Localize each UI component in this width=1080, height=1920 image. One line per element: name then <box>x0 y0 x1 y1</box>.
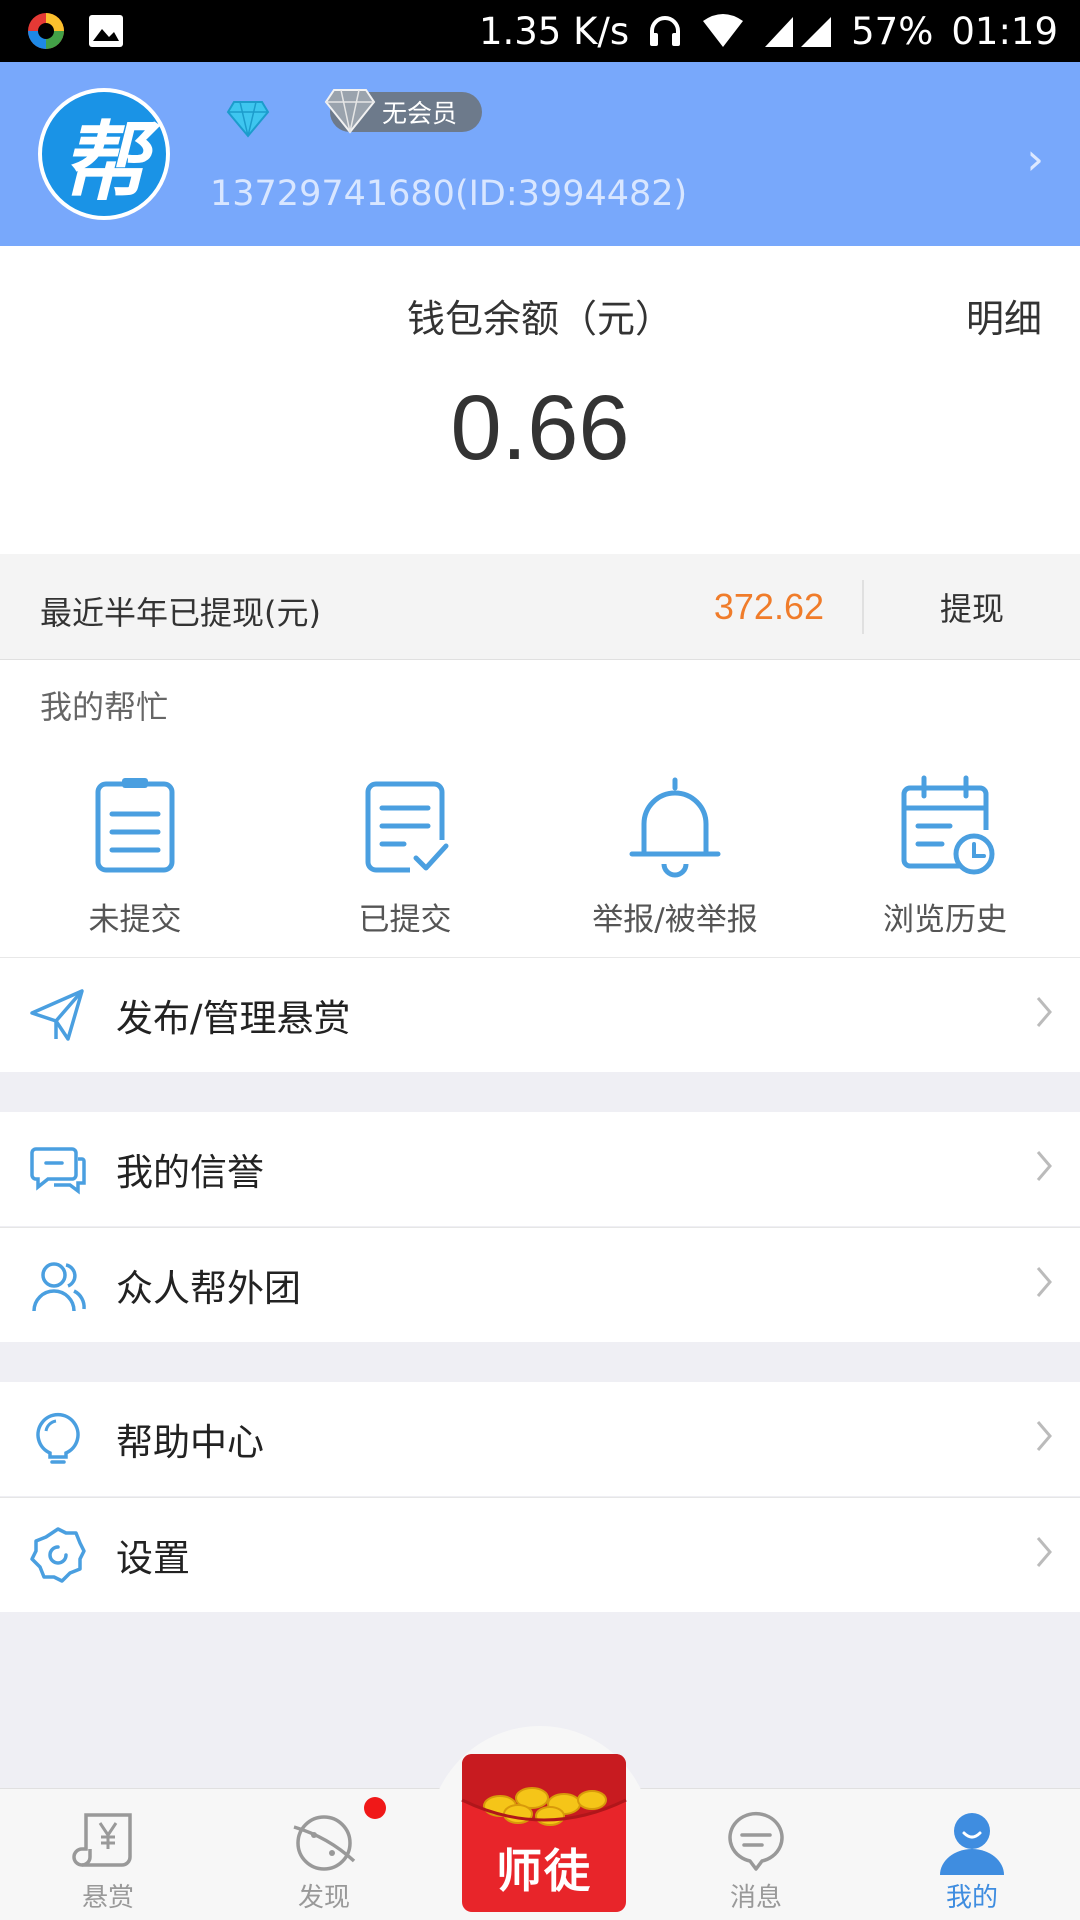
diamond-icon <box>226 101 270 138</box>
help-item-submitted[interactable]: 已提交 <box>270 770 540 939</box>
gray-diamond-icon <box>324 89 376 134</box>
chevron-right-icon <box>1036 997 1052 1027</box>
avatar[interactable]: 帮 <box>38 88 170 220</box>
withdraw-button[interactable]: 提现 <box>864 554 1080 660</box>
help-item-label: 浏览历史 <box>883 902 1007 938</box>
help-item-label: 举报/被举报 <box>592 902 758 938</box>
clipboard-check-icon <box>365 781 449 873</box>
gallery-icon <box>89 15 123 47</box>
nav-label: 发现 <box>297 1883 350 1913</box>
wallet-section: 钱包余额（元） 明细 0.66 <box>0 246 1080 554</box>
menu-item-label: 众人帮外团 <box>116 1267 301 1310</box>
chevron-right-icon <box>1036 1151 1052 1181</box>
menu-item-label: 发布/管理悬赏 <box>116 997 351 1040</box>
withdraw-label: 最近半年已提现(元) <box>40 594 321 632</box>
chevron-right-icon[interactable]: › <box>1026 134 1044 185</box>
menu-item-help-center[interactable]: 帮助中心 <box>0 1382 1080 1496</box>
chevron-right-icon <box>1036 1421 1052 1451</box>
help-item-history[interactable]: 浏览历史 <box>810 770 1080 939</box>
menu-item-team[interactable]: 众人帮外团 <box>0 1228 1080 1342</box>
clipboard-icon <box>95 778 175 873</box>
lightbulb-icon <box>36 1412 80 1464</box>
bell-icon <box>629 777 721 878</box>
planet-icon <box>293 1815 356 1871</box>
member-badge-label: 无会员 <box>382 99 458 128</box>
menu-item-publish-bounty[interactable]: 发布/管理悬赏 <box>0 958 1080 1072</box>
wifi-icon <box>703 14 744 47</box>
wallet-amount: 0.66 <box>450 377 630 479</box>
calendar-clock-icon <box>901 775 995 875</box>
menu-item-credit[interactable]: 我的信誉 <box>0 1112 1080 1226</box>
chevron-right-icon <box>1036 1267 1052 1297</box>
menu-item-settings[interactable]: 设置 <box>0 1498 1080 1612</box>
avatar-text: 帮 <box>61 111 147 213</box>
status-bar: 1.35 K/s 57% 01:19 <box>0 0 1080 62</box>
profile-header[interactable]: 帮 无会员 13729741680(ID:3994482) › <box>0 62 1080 246</box>
nav-discover[interactable]: 发现 <box>216 1789 432 1920</box>
menu-item-label: 设置 <box>116 1537 190 1580</box>
people-icon <box>32 1262 86 1312</box>
help-item-report[interactable]: 举报/被举报 <box>540 770 810 939</box>
gear-icon <box>30 1527 86 1583</box>
notification-dot <box>364 1797 386 1819</box>
wallet-detail-link[interactable]: 明细 <box>966 288 1042 343</box>
paper-plane-icon <box>30 989 84 1041</box>
network-speed: 1.35 K/s <box>478 9 630 53</box>
help-item-label: 未提交 <box>88 902 182 938</box>
headphones-icon <box>650 16 681 46</box>
withdraw-bar: 最近半年已提现(元) 372.62 提现 <box>0 554 1080 660</box>
nav-label: 消息 <box>729 1883 782 1913</box>
user-id: 13729741680(ID:3994482) <box>210 174 688 214</box>
chat-heart-icon <box>728 1811 784 1871</box>
my-help-section: 我的帮忙 未提交 已提交 举报/被举报 浏览历史 <box>0 660 1080 958</box>
nav-bounty[interactable]: 悬赏 <box>0 1789 216 1920</box>
nav-mine[interactable]: 我的 <box>864 1789 1080 1920</box>
nav-label: 我的 <box>945 1883 998 1913</box>
menu-item-label: 帮助中心 <box>116 1421 264 1464</box>
battery-percent: 57% <box>851 9 934 53</box>
section-title: 我的帮忙 <box>40 688 169 726</box>
nav-label: 悬赏 <box>81 1883 134 1913</box>
scroll-yen-icon <box>72 1813 132 1867</box>
clock: 01:19 <box>951 9 1058 53</box>
nav-mentor-label: 师徒 <box>496 1844 592 1898</box>
signal-icon <box>765 17 832 47</box>
menu-item-label: 我的信誉 <box>116 1151 264 1194</box>
help-item-label: 已提交 <box>358 902 452 938</box>
withdraw-amount: 372.62 <box>713 586 824 627</box>
chevron-right-icon <box>1036 1537 1052 1567</box>
wallet-label: 钱包余额（元） <box>406 297 673 341</box>
chat-bubbles-icon <box>30 1147 86 1195</box>
nav-messages[interactable]: 消息 <box>648 1789 864 1920</box>
help-item-unsubmitted[interactable]: 未提交 <box>0 770 270 939</box>
user-icon <box>940 1813 1004 1875</box>
app-logo-icon <box>28 13 64 49</box>
